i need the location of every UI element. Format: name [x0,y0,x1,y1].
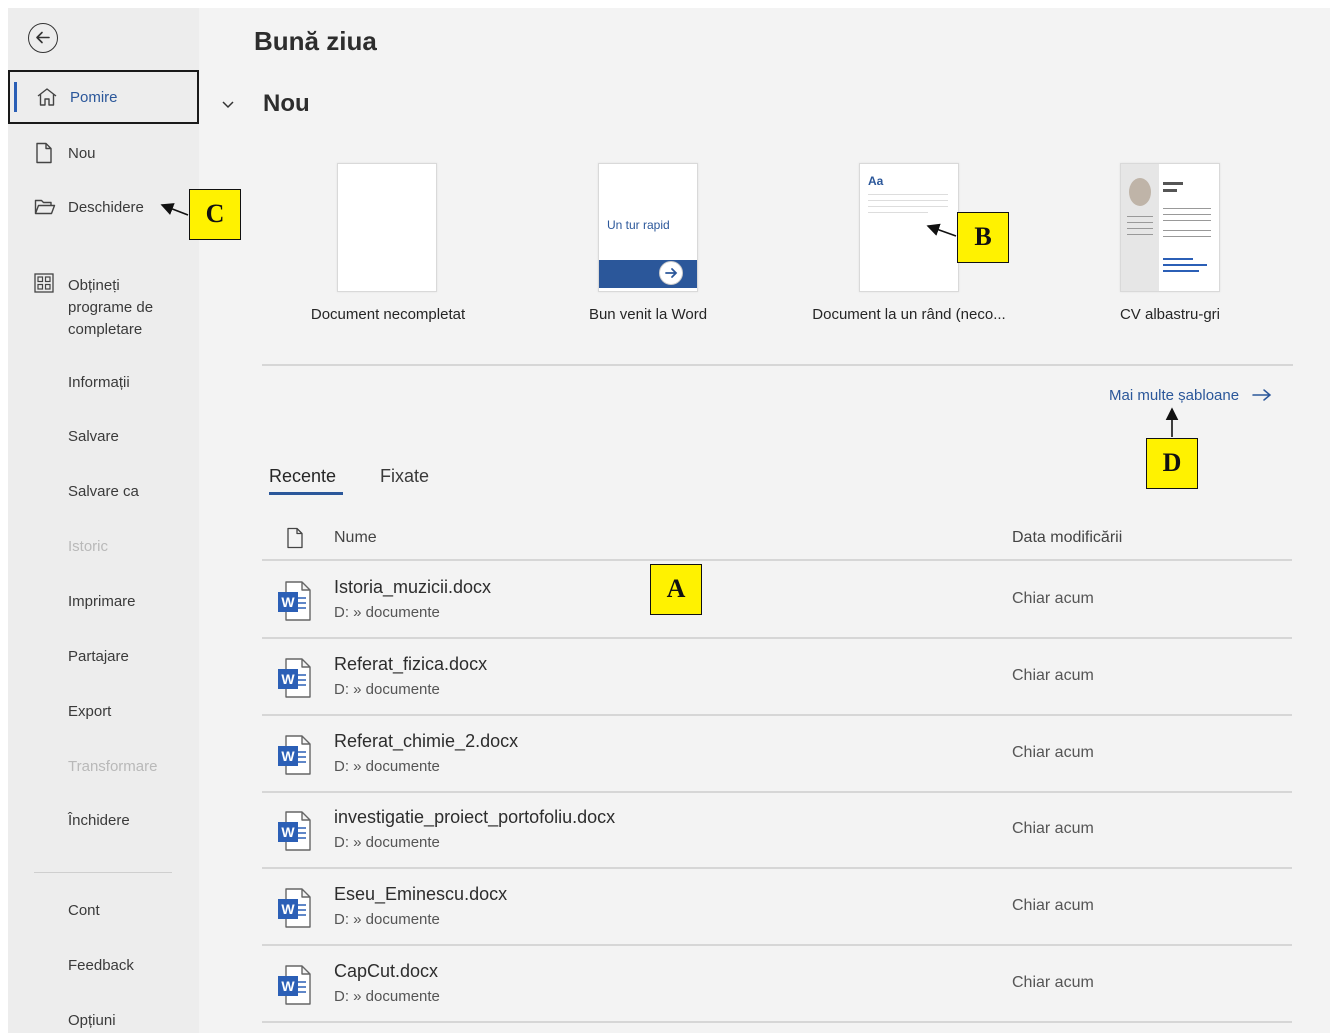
callout-a: A [650,564,702,615]
callout-d: D [1146,438,1198,489]
callout-b-arrow [926,223,957,237]
callout-c-arrow [160,203,189,216]
callout-c: C [189,189,241,240]
callout-b: B [957,212,1009,263]
callout-arrows [160,203,1179,437]
